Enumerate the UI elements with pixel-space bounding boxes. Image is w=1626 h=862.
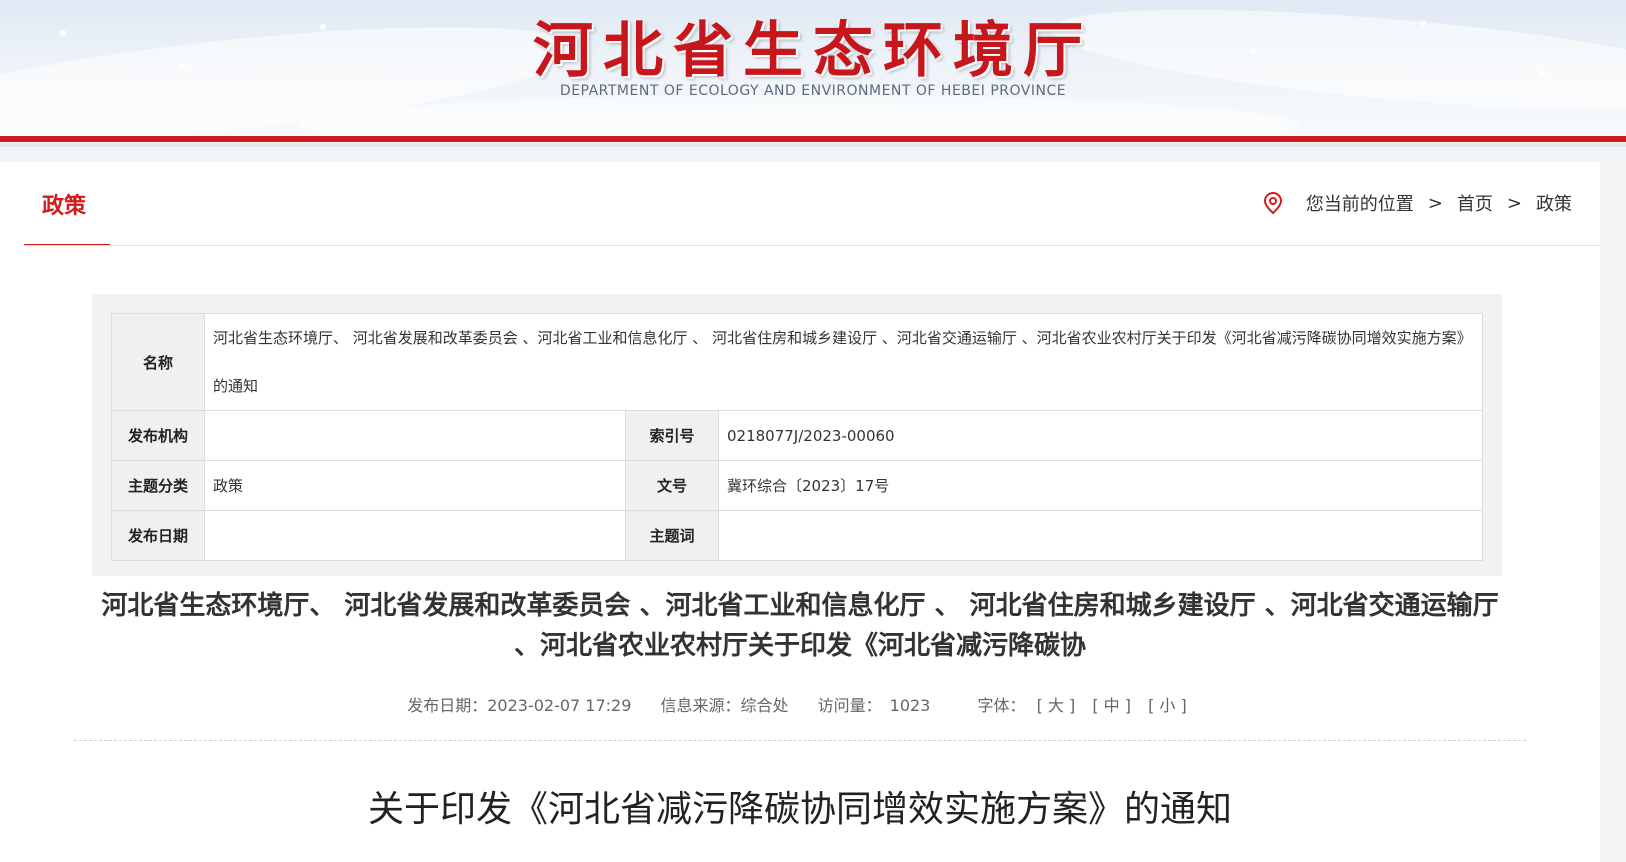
site-logo-subtitle: DEPARTMENT OF ECOLOGY AND ENVIRONMENT OF… bbox=[559, 83, 1067, 99]
font-small-button[interactable]: [ 小 ] bbox=[1148, 696, 1187, 715]
site-logo-title[interactable]: 河北省生态环境厅 bbox=[0, 2, 1626, 89]
table-row: 发布机构 索引号 0218077J/2023-00060 bbox=[111, 410, 1483, 461]
info-label-index: 索引号 bbox=[625, 410, 719, 461]
document-info-table: 名称 河北省生态环境厅、 河北省发展和改革委员会 、河北省工业和信息化厅 、 河… bbox=[111, 313, 1483, 561]
document-heading: 关于印发《河北省减污降碳协同增效实施方案》的通知 bbox=[367, 789, 1232, 830]
font-size-label: 字体： bbox=[977, 696, 1026, 715]
info-label-docno: 文号 bbox=[625, 460, 719, 511]
info-label-date: 发布日期 bbox=[111, 510, 205, 561]
table-row: 发布日期 主题词 bbox=[111, 510, 1483, 561]
font-large-button[interactable]: [ 大 ] bbox=[1037, 696, 1076, 715]
breadcrumb-policy-link[interactable]: 政策 bbox=[1536, 190, 1572, 216]
location-pin-icon bbox=[1263, 191, 1282, 215]
document-info-box: 名称 河北省生态环境厅、 河北省发展和改革委员会 、河北省工业和信息化厅 、 河… bbox=[92, 294, 1502, 576]
meta-divider bbox=[74, 740, 1526, 741]
view-count-label: 访问量： bbox=[817, 696, 882, 715]
info-value-category: 政策 bbox=[204, 460, 626, 511]
info-value-docno: 冀环综合〔2023〕17号 bbox=[718, 460, 1483, 511]
info-label-keywords: 主题词 bbox=[625, 510, 719, 561]
breadcrumb-home-link[interactable]: 首页 bbox=[1457, 190, 1493, 216]
channel-divider bbox=[24, 245, 1600, 246]
breadcrumb: 您当前的位置 > 首页 > 政策 bbox=[1262, 190, 1572, 216]
info-value-date bbox=[204, 510, 626, 561]
article-meta: 发布日期：2023-02-07 17:29 信息来源：综合处 访问量： 1023 … bbox=[0, 692, 1600, 716]
site-banner: 河北省生态环境厅 DEPARTMENT OF ECOLOGY AND ENVIR… bbox=[0, 0, 1626, 140]
info-value-keywords bbox=[718, 510, 1483, 561]
breadcrumb-separator: > bbox=[1506, 192, 1522, 214]
table-row: 主题分类 政策 文号 冀环综合〔2023〕17号 bbox=[111, 460, 1483, 511]
banner-decoration bbox=[300, 95, 1300, 140]
article-title: 河北省生态环境厅、 河北省发展和改革委员会 、河北省工业和信息化厅 、 河北省住… bbox=[101, 591, 1499, 661]
font-size-control: 字体： [ 大 ] [ 中 ] [ 小 ] bbox=[977, 696, 1192, 715]
breadcrumb-prefix: 您当前的位置 bbox=[1305, 194, 1414, 215]
breadcrumb-separator: > bbox=[1427, 192, 1443, 214]
table-row: 名称 河北省生态环境厅、 河北省发展和改革委员会 、河北省工业和信息化厅 、 河… bbox=[111, 313, 1483, 411]
view-count-value: 1023 bbox=[889, 696, 931, 715]
publish-date: 发布日期：2023-02-07 17:29 bbox=[407, 696, 632, 715]
info-label-name: 名称 bbox=[111, 313, 205, 411]
font-medium-button[interactable]: [ 中 ] bbox=[1092, 696, 1131, 715]
info-value-index: 0218077J/2023-00060 bbox=[718, 410, 1483, 461]
info-source: 信息来源：综合处 bbox=[660, 696, 789, 715]
info-label-publisher: 发布机构 bbox=[111, 410, 205, 461]
view-count: 访问量： 1023 bbox=[818, 696, 931, 715]
channel-title[interactable]: 政策 bbox=[42, 188, 86, 220]
banner-gray-line bbox=[0, 143, 1626, 147]
info-value-name: 河北省生态环境厅、 河北省发展和改革委员会 、河北省工业和信息化厅 、 河北省住… bbox=[204, 313, 1483, 411]
banner-red-line bbox=[0, 136, 1626, 142]
info-label-category: 主题分类 bbox=[111, 460, 205, 511]
main-panel: 政策 您当前的位置 > 首页 > 政策 名称 河北省生态环境厅、 河北省发展和改… bbox=[0, 162, 1600, 862]
info-value-publisher bbox=[204, 410, 626, 461]
